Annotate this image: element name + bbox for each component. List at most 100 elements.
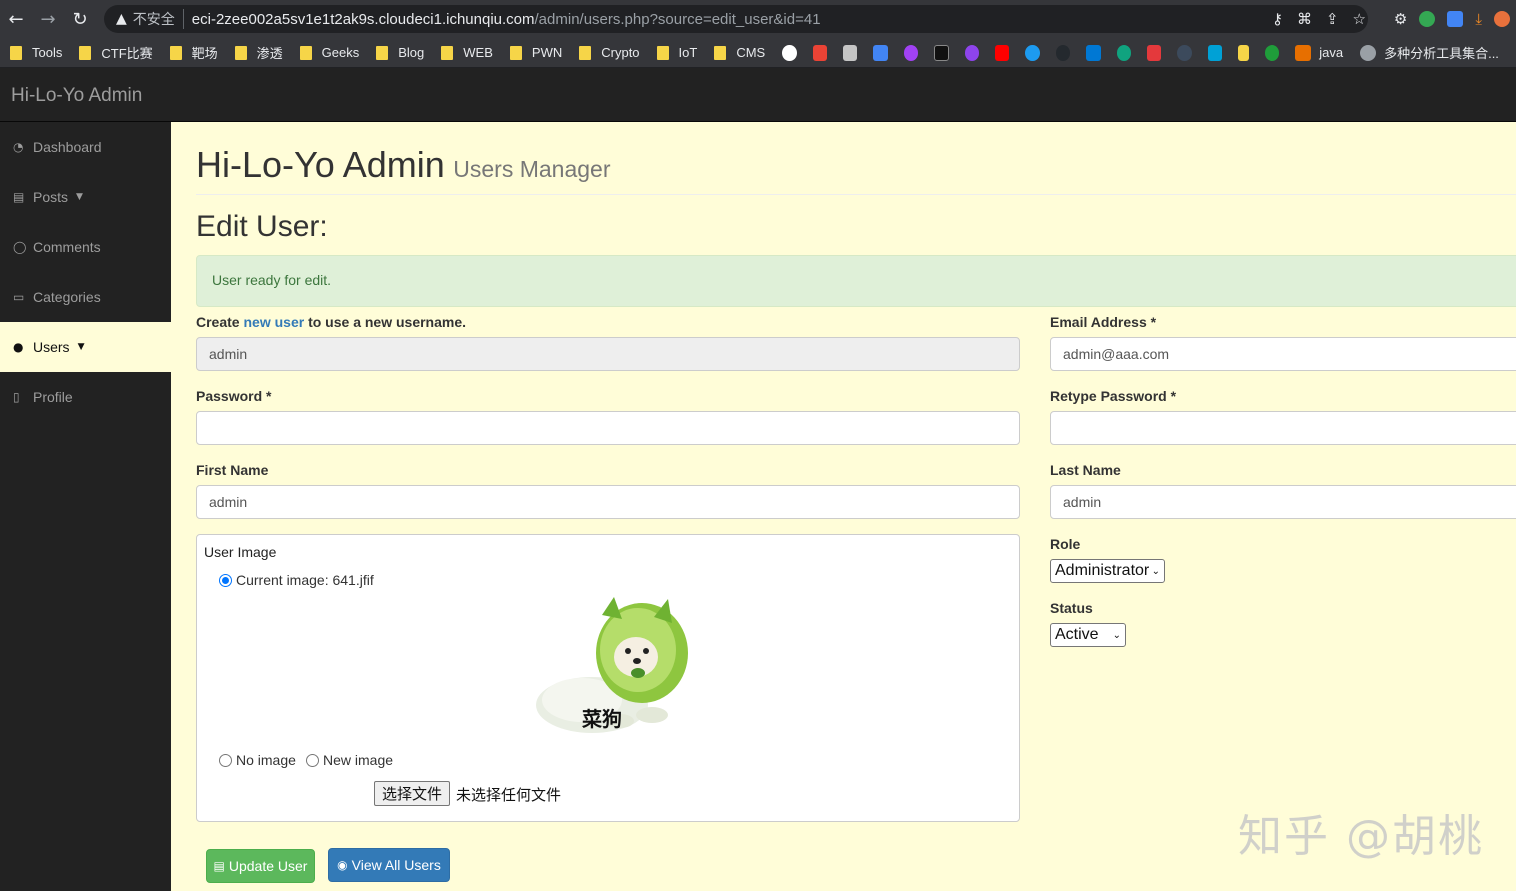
globe-icon	[1360, 44, 1377, 61]
bookmark-red-icon[interactable]	[1146, 44, 1162, 61]
status-label: Status	[1050, 600, 1093, 616]
reload-icon[interactable]: ↻	[64, 0, 96, 38]
username-hint: Create new user to use a new username.	[196, 314, 467, 330]
bookmark-java[interactable]: java	[1295, 44, 1343, 61]
star-icon[interactable]: ☆	[1353, 10, 1366, 28]
share-icon[interactable]: ⇪	[1326, 10, 1339, 28]
main-content: Hi-Lo-Yo Admin Users Manager Edit User: …	[171, 122, 1516, 891]
gmail-icon[interactable]	[812, 44, 827, 61]
sidebar-item-dashboard[interactable]: ◔ Dashboard	[0, 122, 171, 172]
browser-toolbar: ← → ↻ ▲ 不安全 eci-2zee002a5sv1e1t2ak9s.clo…	[0, 0, 1516, 38]
folder-icon	[169, 45, 182, 60]
key-icon[interactable]: ⚷	[1272, 10, 1283, 28]
github-icon[interactable]	[1055, 44, 1071, 61]
password-label: Password *	[196, 388, 272, 404]
choose-file-button[interactable]: 选择文件	[374, 781, 451, 806]
user-image-panel: User Image Current image: 641.jfif 菜狗 No…	[196, 534, 1020, 822]
sidebar-item-users[interactable]: ● Users ▼	[0, 322, 171, 372]
bookmark-blog[interactable]: Blog	[376, 45, 424, 60]
new-user-link[interactable]: new user	[243, 314, 304, 330]
bookmark-range[interactable]: 靶场	[169, 43, 218, 62]
last-name-label: Last Name	[1050, 462, 1121, 478]
no-image-option[interactable]: No image	[219, 752, 296, 768]
retype-password-label: Retype Password *	[1050, 388, 1177, 404]
sidebar: ◔ Dashboard ▤ Posts ▼ ◯ Comments ▭ Categories…	[0, 122, 171, 891]
folder-icon	[79, 45, 92, 60]
bilibili-icon[interactable]	[1207, 44, 1223, 61]
bookmark-cms[interactable]: CMS	[714, 45, 765, 60]
user-image-label: User Image	[204, 544, 277, 560]
extension-translate-icon[interactable]	[1447, 11, 1464, 27]
bookmark-analysis-tools[interactable]: 多种分析工具集合...	[1360, 43, 1499, 62]
bookmark-dark-icon[interactable]	[1177, 44, 1192, 61]
bookmark-geeks[interactable]: Geeks	[299, 45, 359, 60]
email-field[interactable]: admin@aaa.com	[1050, 337, 1516, 371]
bookmark-green-icon[interactable]	[1264, 44, 1280, 61]
download-icon[interactable]: ⤓	[1475, 10, 1482, 28]
new-image-option[interactable]: New image	[306, 752, 393, 768]
outlook-icon[interactable]	[1086, 44, 1101, 61]
bookmark-web[interactable]: WEB	[441, 45, 493, 60]
user-avatar-image: 菜狗	[532, 595, 692, 737]
sidebar-item-profile[interactable]: ▯ Profile	[0, 372, 171, 422]
folder-icon	[376, 45, 389, 60]
password-field[interactable]	[196, 411, 1020, 445]
username-field[interactable]: admin	[196, 337, 1020, 371]
bookmark-pwn[interactable]: PWN	[509, 45, 562, 60]
status-select[interactable]: Active ⌄	[1050, 623, 1126, 647]
new-image-radio[interactable]	[306, 754, 319, 767]
youtube-icon[interactable]	[995, 44, 1010, 61]
folder-icon	[10, 45, 22, 60]
warning-icon: ▲	[116, 11, 127, 27]
forward-icon[interactable]: →	[32, 0, 64, 38]
success-alert: User ready for edit.	[196, 255, 1516, 307]
folder-icon[interactable]	[1238, 44, 1249, 61]
bookmark-violet-icon[interactable]	[964, 44, 980, 61]
sidebar-item-comments[interactable]: ◯ Comments	[0, 222, 171, 272]
bookmark-ctf[interactable]: CTF比赛	[79, 43, 153, 62]
twitter-icon[interactable]	[1025, 44, 1040, 61]
role-label: Role	[1050, 536, 1081, 552]
sidebar-item-categories[interactable]: ▭ Categories	[0, 272, 171, 322]
translate-bookmark-icon[interactable]	[873, 44, 888, 61]
database-icon: ▤	[213, 859, 225, 873]
bookmark-purple-icon[interactable]	[903, 44, 919, 61]
retype-password-field[interactable]	[1050, 411, 1516, 445]
role-select[interactable]: Administrator ⌄	[1050, 559, 1165, 583]
dashboard-icon: ◔	[13, 140, 24, 154]
chatgpt-icon[interactable]	[1116, 44, 1131, 61]
view-all-users-button[interactable]: ◉ View All Users	[328, 848, 450, 882]
file-text-icon: ▯	[13, 390, 20, 404]
bookmark-site-icon[interactable]	[842, 44, 858, 61]
update-user-button[interactable]: ▤ Update User	[206, 849, 315, 883]
java-icon	[1295, 44, 1312, 61]
bookmark-pentest[interactable]: 渗透	[234, 43, 283, 62]
bookmark-tools[interactable]: Tools	[10, 45, 62, 60]
extension-gear-icon[interactable]: ⚙	[1394, 10, 1407, 28]
folder-icon	[509, 45, 522, 60]
url-host: eci-2zee002a5sv1e1t2ak9s.cloudeci1.ichun…	[191, 10, 535, 28]
email-label: Email Address *	[1050, 314, 1157, 330]
extension-green-icon[interactable]	[1419, 11, 1436, 27]
last-name-field[interactable]: admin	[1050, 485, 1516, 519]
bookmark-iot[interactable]: IoT	[656, 45, 697, 60]
translate-icon[interactable]: ⌘	[1297, 10, 1312, 28]
users-icon: ●	[13, 340, 24, 354]
no-image-radio[interactable]	[219, 754, 232, 767]
current-image-option[interactable]: Current image: 641.jfif	[219, 572, 374, 588]
extension-avatar-icon[interactable]	[1494, 11, 1510, 27]
first-name-field[interactable]: admin	[196, 485, 1020, 519]
bookmark-crypto[interactable]: Crypto	[579, 45, 640, 60]
address-bar[interactable]: ▲ 不安全 eci-2zee002a5sv1e1t2ak9s.cloudeci1…	[104, 5, 1368, 33]
files-icon: ▤	[13, 190, 25, 204]
google-icon[interactable]	[782, 44, 797, 61]
caret-down-icon: ▼	[77, 342, 85, 352]
comment-icon: ◯	[13, 240, 27, 254]
sidebar-item-posts[interactable]: ▤ Posts ▼	[0, 172, 171, 222]
folder-icon	[579, 45, 592, 60]
current-image-radio[interactable]	[219, 574, 232, 587]
back-icon[interactable]: ←	[0, 0, 32, 38]
bookmarks-bar: Tools CTF比赛 靶场 渗透 Geeks Blog WEB PWN Cry…	[0, 38, 1516, 68]
tiktok-icon[interactable]	[934, 44, 949, 61]
brand-link[interactable]: Hi-Lo-Yo Admin	[11, 85, 142, 107]
